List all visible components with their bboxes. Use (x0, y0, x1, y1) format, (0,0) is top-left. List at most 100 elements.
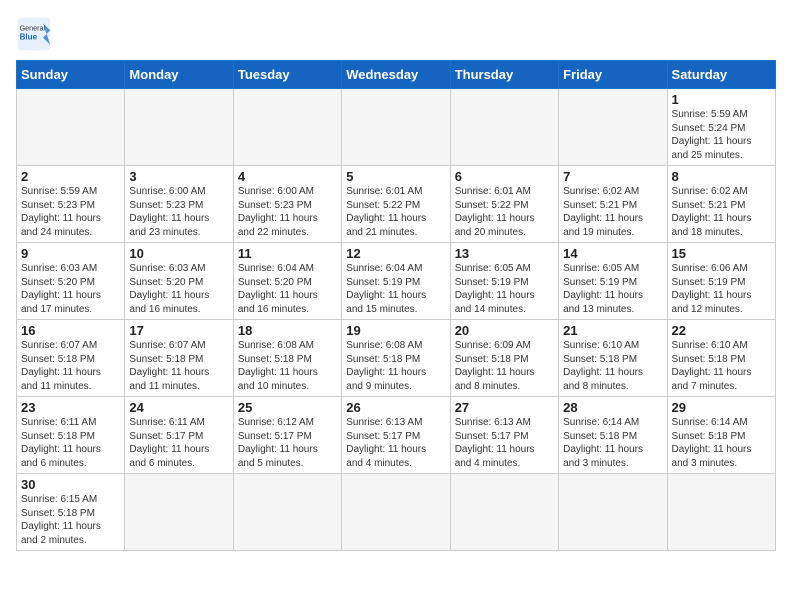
day-number: 19 (346, 323, 445, 338)
day-info: Sunrise: 6:06 AM Sunset: 5:19 PM Dayligh… (672, 262, 771, 316)
day-number: 2 (21, 169, 120, 184)
calendar-week-2: 2Sunrise: 5:59 AM Sunset: 5:23 PM Daylig… (17, 166, 776, 243)
header: General Blue (16, 16, 776, 52)
day-number: 23 (21, 400, 120, 415)
calendar-cell: 17Sunrise: 6:07 AM Sunset: 5:18 PM Dayli… (125, 320, 233, 397)
day-info: Sunrise: 6:03 AM Sunset: 5:20 PM Dayligh… (129, 262, 228, 316)
day-number: 1 (672, 92, 771, 107)
calendar-cell: 18Sunrise: 6:08 AM Sunset: 5:18 PM Dayli… (233, 320, 341, 397)
calendar-cell: 24Sunrise: 6:11 AM Sunset: 5:17 PM Dayli… (125, 397, 233, 474)
calendar-header-saturday: Saturday (667, 61, 775, 89)
calendar: SundayMondayTuesdayWednesdayThursdayFrid… (16, 60, 776, 551)
calendar-cell: 5Sunrise: 6:01 AM Sunset: 5:22 PM Daylig… (342, 166, 450, 243)
day-number: 8 (672, 169, 771, 184)
logo-svg: General Blue (16, 16, 52, 52)
calendar-cell: 7Sunrise: 6:02 AM Sunset: 5:21 PM Daylig… (559, 166, 667, 243)
day-info: Sunrise: 6:07 AM Sunset: 5:18 PM Dayligh… (21, 339, 120, 393)
calendar-cell (125, 89, 233, 166)
day-number: 9 (21, 246, 120, 261)
day-number: 10 (129, 246, 228, 261)
calendar-header-thursday: Thursday (450, 61, 558, 89)
day-info: Sunrise: 6:13 AM Sunset: 5:17 PM Dayligh… (455, 416, 554, 470)
day-number: 12 (346, 246, 445, 261)
day-number: 6 (455, 169, 554, 184)
calendar-cell: 29Sunrise: 6:14 AM Sunset: 5:18 PM Dayli… (667, 397, 775, 474)
day-number: 5 (346, 169, 445, 184)
day-info: Sunrise: 6:10 AM Sunset: 5:18 PM Dayligh… (672, 339, 771, 393)
day-number: 27 (455, 400, 554, 415)
day-number: 15 (672, 246, 771, 261)
day-info: Sunrise: 6:00 AM Sunset: 5:23 PM Dayligh… (129, 185, 228, 239)
day-info: Sunrise: 6:14 AM Sunset: 5:18 PM Dayligh… (563, 416, 662, 470)
calendar-cell: 22Sunrise: 6:10 AM Sunset: 5:18 PM Dayli… (667, 320, 775, 397)
calendar-cell (450, 89, 558, 166)
calendar-cell: 16Sunrise: 6:07 AM Sunset: 5:18 PM Dayli… (17, 320, 125, 397)
calendar-cell: 8Sunrise: 6:02 AM Sunset: 5:21 PM Daylig… (667, 166, 775, 243)
day-info: Sunrise: 6:01 AM Sunset: 5:22 PM Dayligh… (455, 185, 554, 239)
calendar-cell (559, 474, 667, 551)
calendar-cell (667, 474, 775, 551)
day-number: 14 (563, 246, 662, 261)
calendar-cell: 25Sunrise: 6:12 AM Sunset: 5:17 PM Dayli… (233, 397, 341, 474)
day-info: Sunrise: 6:07 AM Sunset: 5:18 PM Dayligh… (129, 339, 228, 393)
day-number: 24 (129, 400, 228, 415)
calendar-cell: 2Sunrise: 5:59 AM Sunset: 5:23 PM Daylig… (17, 166, 125, 243)
calendar-cell: 10Sunrise: 6:03 AM Sunset: 5:20 PM Dayli… (125, 243, 233, 320)
calendar-header-row: SundayMondayTuesdayWednesdayThursdayFrid… (17, 61, 776, 89)
calendar-cell (233, 89, 341, 166)
calendar-week-6: 30Sunrise: 6:15 AM Sunset: 5:18 PM Dayli… (17, 474, 776, 551)
calendar-cell: 19Sunrise: 6:08 AM Sunset: 5:18 PM Dayli… (342, 320, 450, 397)
day-number: 29 (672, 400, 771, 415)
calendar-cell: 21Sunrise: 6:10 AM Sunset: 5:18 PM Dayli… (559, 320, 667, 397)
calendar-cell (342, 474, 450, 551)
calendar-week-3: 9Sunrise: 6:03 AM Sunset: 5:20 PM Daylig… (17, 243, 776, 320)
day-number: 20 (455, 323, 554, 338)
calendar-cell: 27Sunrise: 6:13 AM Sunset: 5:17 PM Dayli… (450, 397, 558, 474)
day-number: 28 (563, 400, 662, 415)
day-info: Sunrise: 6:11 AM Sunset: 5:18 PM Dayligh… (21, 416, 120, 470)
calendar-header-sunday: Sunday (17, 61, 125, 89)
day-number: 17 (129, 323, 228, 338)
calendar-week-4: 16Sunrise: 6:07 AM Sunset: 5:18 PM Dayli… (17, 320, 776, 397)
day-info: Sunrise: 6:11 AM Sunset: 5:17 PM Dayligh… (129, 416, 228, 470)
day-info: Sunrise: 6:04 AM Sunset: 5:20 PM Dayligh… (238, 262, 337, 316)
day-info: Sunrise: 6:02 AM Sunset: 5:21 PM Dayligh… (672, 185, 771, 239)
day-number: 22 (672, 323, 771, 338)
day-info: Sunrise: 6:01 AM Sunset: 5:22 PM Dayligh… (346, 185, 445, 239)
day-info: Sunrise: 6:10 AM Sunset: 5:18 PM Dayligh… (563, 339, 662, 393)
calendar-cell (342, 89, 450, 166)
calendar-cell: 1Sunrise: 5:59 AM Sunset: 5:24 PM Daylig… (667, 89, 775, 166)
day-number: 7 (563, 169, 662, 184)
day-info: Sunrise: 6:03 AM Sunset: 5:20 PM Dayligh… (21, 262, 120, 316)
calendar-cell: 9Sunrise: 6:03 AM Sunset: 5:20 PM Daylig… (17, 243, 125, 320)
calendar-cell: 20Sunrise: 6:09 AM Sunset: 5:18 PM Dayli… (450, 320, 558, 397)
day-info: Sunrise: 6:08 AM Sunset: 5:18 PM Dayligh… (346, 339, 445, 393)
day-number: 30 (21, 477, 120, 492)
day-number: 26 (346, 400, 445, 415)
calendar-header-monday: Monday (125, 61, 233, 89)
day-info: Sunrise: 6:09 AM Sunset: 5:18 PM Dayligh… (455, 339, 554, 393)
calendar-week-5: 23Sunrise: 6:11 AM Sunset: 5:18 PM Dayli… (17, 397, 776, 474)
calendar-cell: 26Sunrise: 6:13 AM Sunset: 5:17 PM Dayli… (342, 397, 450, 474)
day-info: Sunrise: 6:12 AM Sunset: 5:17 PM Dayligh… (238, 416, 337, 470)
calendar-cell: 13Sunrise: 6:05 AM Sunset: 5:19 PM Dayli… (450, 243, 558, 320)
calendar-cell (559, 89, 667, 166)
day-info: Sunrise: 5:59 AM Sunset: 5:23 PM Dayligh… (21, 185, 120, 239)
calendar-week-1: 1Sunrise: 5:59 AM Sunset: 5:24 PM Daylig… (17, 89, 776, 166)
calendar-cell: 12Sunrise: 6:04 AM Sunset: 5:19 PM Dayli… (342, 243, 450, 320)
svg-text:General: General (20, 23, 46, 32)
day-info: Sunrise: 6:02 AM Sunset: 5:21 PM Dayligh… (563, 185, 662, 239)
calendar-cell (233, 474, 341, 551)
day-info: Sunrise: 6:13 AM Sunset: 5:17 PM Dayligh… (346, 416, 445, 470)
calendar-cell: 11Sunrise: 6:04 AM Sunset: 5:20 PM Dayli… (233, 243, 341, 320)
day-info: Sunrise: 5:59 AM Sunset: 5:24 PM Dayligh… (672, 108, 771, 162)
calendar-cell: 4Sunrise: 6:00 AM Sunset: 5:23 PM Daylig… (233, 166, 341, 243)
day-number: 16 (21, 323, 120, 338)
calendar-cell: 30Sunrise: 6:15 AM Sunset: 5:18 PM Dayli… (17, 474, 125, 551)
calendar-cell: 23Sunrise: 6:11 AM Sunset: 5:18 PM Dayli… (17, 397, 125, 474)
calendar-header-wednesday: Wednesday (342, 61, 450, 89)
calendar-cell: 6Sunrise: 6:01 AM Sunset: 5:22 PM Daylig… (450, 166, 558, 243)
day-info: Sunrise: 6:00 AM Sunset: 5:23 PM Dayligh… (238, 185, 337, 239)
day-number: 18 (238, 323, 337, 338)
day-number: 4 (238, 169, 337, 184)
